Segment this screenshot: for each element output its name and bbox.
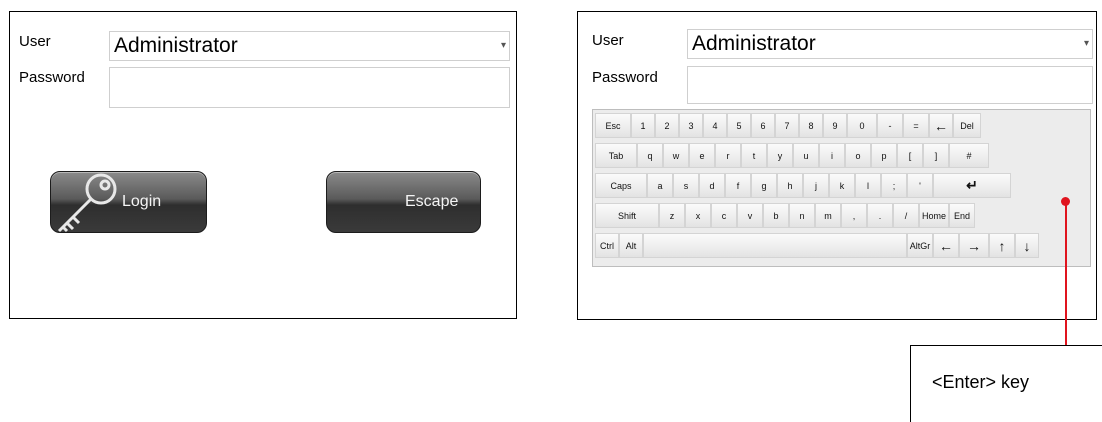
escape-button[interactable]: Escape: [326, 171, 481, 233]
key-g[interactable]: g: [751, 173, 777, 198]
key-altgr[interactable]: AltGr: [907, 233, 933, 258]
key-arrow-down[interactable]: ↓: [1015, 233, 1039, 258]
chevron-down-icon[interactable]: ▾: [1084, 30, 1089, 58]
key-arrow-up[interactable]: ↑: [989, 233, 1015, 258]
key-m[interactable]: m: [815, 203, 841, 228]
key-tab[interactable]: Tab: [595, 143, 637, 168]
password-field[interactable]: [109, 67, 510, 108]
key-a[interactable]: a: [647, 173, 673, 198]
key-home[interactable]: Home: [919, 203, 949, 228]
callout-pointer-line: [1065, 202, 1067, 346]
key-q[interactable]: q: [637, 143, 663, 168]
keyboard-row-5: Ctrl Alt AltGr ← → ↑ ↓: [595, 233, 1039, 258]
key-4[interactable]: 4: [703, 113, 727, 138]
key-3[interactable]: 3: [679, 113, 703, 138]
key-arrow-right[interactable]: →: [959, 233, 989, 258]
key-caps[interactable]: Caps: [595, 173, 647, 198]
on-screen-keyboard: Esc 1 2 3 4 5 6 7 8 9 0 - = ← Del Tab q …: [592, 109, 1091, 267]
key-period[interactable]: .: [867, 203, 893, 228]
key-y[interactable]: y: [767, 143, 793, 168]
key-shift[interactable]: Shift: [595, 203, 659, 228]
key-close-bracket[interactable]: ]: [923, 143, 949, 168]
user-select[interactable]: Administrator ▾: [109, 31, 510, 61]
key-slash[interactable]: /: [893, 203, 919, 228]
password-label: Password: [19, 69, 85, 86]
key-0[interactable]: 0: [847, 113, 877, 138]
key-l[interactable]: l: [855, 173, 881, 198]
user-label: User: [592, 32, 624, 49]
login-button[interactable]: Login: [50, 171, 207, 233]
key-esc[interactable]: Esc: [595, 113, 631, 138]
key-end[interactable]: End: [949, 203, 975, 228]
key-x[interactable]: x: [685, 203, 711, 228]
key-w[interactable]: w: [663, 143, 689, 168]
key-open-bracket[interactable]: [: [897, 143, 923, 168]
key-o[interactable]: o: [845, 143, 871, 168]
callout-arrowhead: [1061, 197, 1070, 206]
key-comma[interactable]: ,: [841, 203, 867, 228]
key-1[interactable]: 1: [631, 113, 655, 138]
key-minus[interactable]: -: [877, 113, 903, 138]
key-k[interactable]: k: [829, 173, 855, 198]
key-h[interactable]: h: [777, 173, 803, 198]
key-b[interactable]: b: [763, 203, 789, 228]
key-j[interactable]: j: [803, 173, 829, 198]
user-select-value: Administrator: [114, 34, 238, 57]
user-select[interactable]: Administrator ▾: [687, 29, 1093, 59]
keyboard-row-3: Caps a s d f g h j k l ; ' ↵: [595, 173, 1011, 198]
key-7[interactable]: 7: [775, 113, 799, 138]
key-hash[interactable]: #: [949, 143, 989, 168]
key-f[interactable]: f: [725, 173, 751, 198]
key-enter[interactable]: ↵: [933, 173, 1011, 198]
key-z[interactable]: z: [659, 203, 685, 228]
chevron-down-icon[interactable]: ▾: [501, 32, 506, 60]
key-p[interactable]: p: [871, 143, 897, 168]
key-9[interactable]: 9: [823, 113, 847, 138]
key-alt[interactable]: Alt: [619, 233, 643, 258]
enter-key-callout-text: <Enter> key: [932, 372, 1030, 392]
key-2[interactable]: 2: [655, 113, 679, 138]
key-arrow-left[interactable]: ←: [933, 233, 959, 258]
keyboard-row-1: Esc 1 2 3 4 5 6 7 8 9 0 - = ← Del: [595, 113, 981, 138]
login-button-label: Login: [122, 193, 162, 210]
key-icon: [57, 173, 117, 233]
key-apostrophe[interactable]: ': [907, 173, 933, 198]
key-space[interactable]: [643, 233, 907, 258]
key-s[interactable]: s: [673, 173, 699, 198]
login-dialog-with-keyboard: User Administrator ▾ Password Esc 1 2 3 …: [577, 11, 1097, 320]
key-d[interactable]: d: [699, 173, 725, 198]
key-backspace[interactable]: ←: [929, 113, 953, 138]
key-r[interactable]: r: [715, 143, 741, 168]
key-del[interactable]: Del: [953, 113, 981, 138]
user-select-value: Administrator: [692, 32, 816, 55]
key-u[interactable]: u: [793, 143, 819, 168]
key-6[interactable]: 6: [751, 113, 775, 138]
user-label: User: [19, 33, 51, 50]
key-c[interactable]: c: [711, 203, 737, 228]
key-n[interactable]: n: [789, 203, 815, 228]
password-label: Password: [592, 69, 658, 86]
key-i[interactable]: i: [819, 143, 845, 168]
key-ctrl[interactable]: Ctrl: [595, 233, 619, 258]
key-equals[interactable]: =: [903, 113, 929, 138]
keyboard-row-2: Tab q w e r t y u i o p [ ] #: [595, 143, 989, 168]
login-dialog-simple: User Administrator ▾ Password Login Esca…: [9, 11, 517, 319]
enter-key-callout: <Enter> key: [910, 345, 1102, 422]
escape-button-label: Escape: [405, 193, 459, 210]
keyboard-row-4: Shift z x c v b n m , . / Home End: [595, 203, 975, 228]
password-field[interactable]: [687, 66, 1093, 104]
key-e[interactable]: e: [689, 143, 715, 168]
key-t[interactable]: t: [741, 143, 767, 168]
key-5[interactable]: 5: [727, 113, 751, 138]
key-8[interactable]: 8: [799, 113, 823, 138]
key-v[interactable]: v: [737, 203, 763, 228]
key-semicolon[interactable]: ;: [881, 173, 907, 198]
